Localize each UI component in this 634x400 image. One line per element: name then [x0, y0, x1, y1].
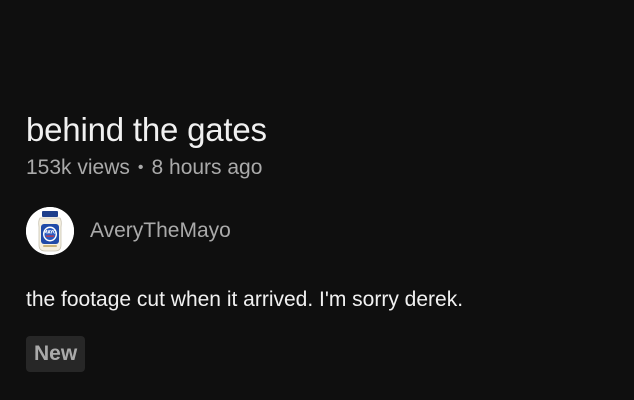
video-details: behind the gates 153k views • 8 hours ag… [26, 110, 616, 372]
video-meta: 153k views • 8 hours ago [26, 154, 616, 182]
mayo-jar-icon: MAYO [26, 207, 74, 255]
svg-text:MAYO: MAYO [44, 230, 57, 235]
view-count: 153k views [26, 156, 130, 179]
channel-name[interactable]: AveryTheMayo [90, 217, 231, 245]
meta-separator: • [137, 159, 144, 176]
channel-row[interactable]: MAYO AveryTheMayo [26, 206, 616, 256]
video-title[interactable]: behind the gates [26, 110, 616, 150]
new-badge: New [26, 336, 86, 372]
video-description: the footage cut when it arrived. I'm sor… [26, 288, 464, 311]
avatar[interactable]: MAYO [26, 207, 74, 255]
upload-age: 8 hours ago [151, 156, 263, 179]
